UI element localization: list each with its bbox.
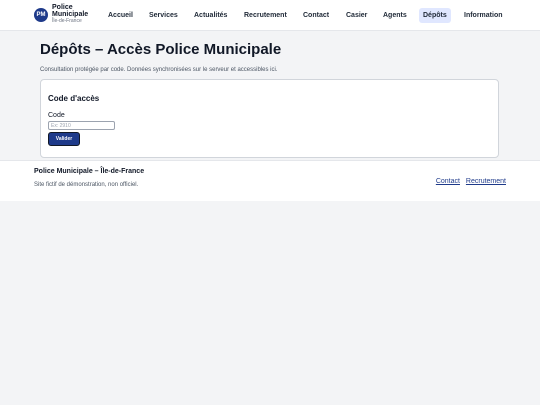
card-title: Code d'accès [48,94,100,103]
page-title: Dépôts – Accès Police Municipale [40,41,282,58]
nav-item-recrutement[interactable]: Recrutement [244,8,287,23]
site-header: PM Police Municipale Île-de-France Accue… [0,0,540,31]
footer-links: Contact Recrutement [432,178,506,185]
nav-item-casier[interactable]: Casier [346,8,367,23]
footer-link-contact[interactable]: Contact [436,178,460,185]
nav-item-services[interactable]: Services [149,8,178,23]
page-description: Consultation protégée par code. Données … [40,67,278,73]
nav-item-agents[interactable]: Agents [383,8,407,23]
access-code-card: Code d'accès Code Valider [40,79,499,158]
site-footer: Police Municipale – Île-de-France Site f… [0,160,540,201]
footer-link-recrutement[interactable]: Recrutement [466,178,506,185]
footer-note: Site fictif de démonstration, non offici… [34,182,139,188]
nav-item-contact[interactable]: Contact [303,8,329,23]
nav-item-depots[interactable]: Dépôts [419,8,451,23]
main-content: Dépôts – Accès Police Municipale Consult… [0,31,540,160]
main-nav: Accueil Services Actualités Recrutement … [0,8,540,23]
code-input[interactable] [48,121,115,130]
nav-item-accueil[interactable]: Accueil [108,8,133,23]
nav-item-actualites[interactable]: Actualités [194,8,227,23]
code-label: Code [48,112,65,119]
footer-name: Police Municipale – Île-de-France [34,168,145,175]
nav-item-information[interactable]: Information [464,8,503,23]
validate-button[interactable]: Valider [48,132,80,146]
